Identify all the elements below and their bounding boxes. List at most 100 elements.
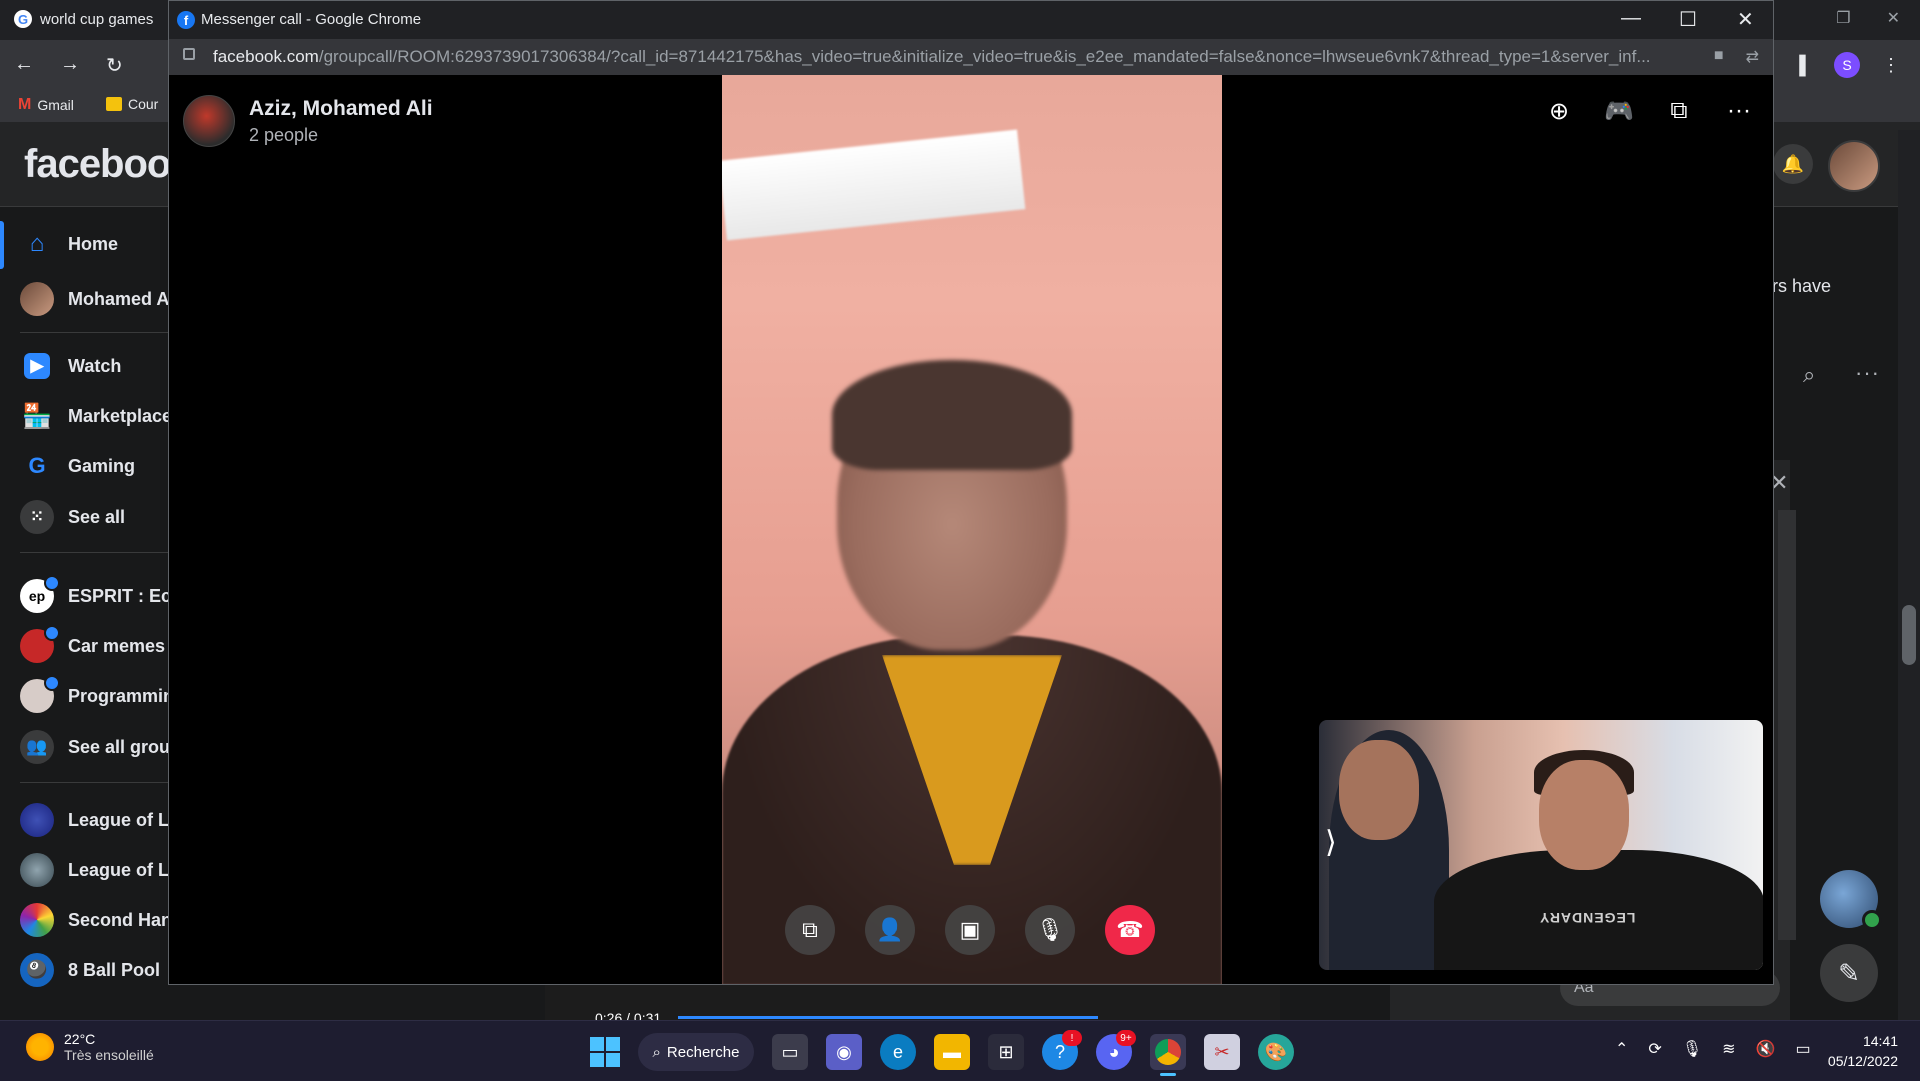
background-tab[interactable]: G world cup games (14, 10, 153, 28)
mic-icon[interactable]: 🎙 (1682, 1039, 1702, 1059)
screen-share-icon[interactable]: ⧉ (1661, 93, 1697, 129)
close-icon[interactable]: ✕ (1887, 8, 1900, 28)
page-scrollbar[interactable] (1898, 130, 1920, 1020)
sidebar-item-label: Marketplace (68, 405, 170, 426)
share-screen-icon[interactable]: ⧉ (785, 905, 835, 955)
edge-icon[interactable]: e (880, 1034, 916, 1070)
battery-icon[interactable]: ▭ (1795, 1039, 1810, 1059)
sidebar-item-label: 8 Ball Pool (68, 959, 161, 980)
file-explorer-icon[interactable]: ▬ (934, 1034, 970, 1070)
camera-icon[interactable]: ▣ (945, 905, 995, 955)
sidebar-shortcut-item[interactable]: Second Han (20, 903, 170, 937)
more-icon[interactable]: ··· (1721, 93, 1757, 129)
restore-icon[interactable]: ❐ (1836, 8, 1850, 28)
chevron-up-icon[interactable]: ⌃ (1615, 1039, 1628, 1059)
bookmark-cour[interactable]: Cour (106, 96, 158, 112)
bookmark-gmail[interactable]: M Gmail (18, 96, 74, 114)
mic-icon[interactable]: 🎙 (1025, 905, 1075, 955)
sidebar-group-item[interactable]: Car memes (20, 625, 166, 663)
lock-icon (183, 48, 195, 60)
sidebar-item-gaming[interactable]: G Gaming (20, 449, 135, 483)
sidepanel-icon[interactable]: ▌ (1799, 55, 1812, 76)
sidebar-see-all-groups[interactable]: 👥 See all grou (20, 730, 170, 764)
reload-icon[interactable]: ↻ (106, 53, 123, 78)
sync-icon[interactable]: ⟳ (1648, 1039, 1661, 1059)
wifi-icon[interactable]: ≋ (1722, 1039, 1735, 1059)
sidebar-item-watch[interactable]: ▶ Watch (20, 349, 121, 383)
sidebar-shortcut-item[interactable]: League of Le (20, 803, 170, 837)
chrome-icon[interactable] (1150, 1034, 1186, 1076)
taskbar: 22°C Très ensoleillé ⌕ Recherche ▭ ◉ e ▬… (0, 1020, 1920, 1081)
sidebar-group-item[interactable]: ep ESPRIT : Eco (20, 575, 170, 613)
store-icon[interactable]: ⊞ (988, 1034, 1024, 1070)
facebook-icon: f (177, 11, 195, 29)
sidebar-item-label: Programmin (68, 685, 170, 706)
sidebar-group-item[interactable]: Programmin (20, 675, 170, 713)
snipping-tool-icon[interactable]: ✂ (1204, 1034, 1240, 1070)
sidebar-item-label: Home (68, 233, 119, 254)
discord-icon[interactable]: ◕ 9+ (1096, 1030, 1136, 1070)
online-indicator (1862, 910, 1882, 930)
watch-icon: ▶ (24, 353, 50, 379)
new-message-icon[interactable]: ✎ (1820, 944, 1878, 1002)
url-text[interactable]: facebook.com/groupcall/ROOM:629373901730… (213, 47, 1693, 67)
sidebar-item-profile[interactable]: Mohamed A (20, 282, 169, 316)
sidebar-item-home[interactable]: ⌂ Home (20, 227, 118, 261)
gmail-icon: M (18, 96, 32, 113)
profile-avatar[interactable]: S (1834, 52, 1860, 78)
search-icon[interactable]: ⌕ (1803, 362, 1815, 388)
url-icons: ■ ⇄ (1714, 47, 1759, 67)
account-avatar[interactable] (1828, 140, 1880, 192)
help-badge: ! (1062, 1030, 1082, 1046)
start-icon[interactable] (590, 1037, 620, 1067)
translate-icon[interactable]: ⇄ (1746, 47, 1759, 67)
bookmark-icon (106, 97, 122, 111)
self-view-video[interactable]: LEGENDARY ⟩ (1319, 720, 1763, 970)
chat-scrollbar[interactable] (1778, 510, 1796, 940)
url-path: /groupcall/ROOM:6293739017306384/?call_i… (318, 47, 1651, 66)
groups-icon: 👥 (20, 730, 54, 764)
close-icon[interactable]: ✕ (1737, 7, 1754, 32)
teams-icon[interactable]: ◉ (826, 1034, 862, 1070)
game-icon[interactable]: 🎮 (1601, 93, 1637, 129)
back-icon[interactable]: ← (14, 53, 34, 78)
volume-muted-icon[interactable]: 🔇 (1756, 1039, 1776, 1059)
search-label: Recherche (666, 1043, 740, 1061)
weather-widget[interactable]: 22°C Très ensoleillé (26, 1031, 154, 1063)
weather-temperature: 22°C (64, 1031, 96, 1047)
video-progress[interactable] (678, 1016, 1098, 1019)
add-icon[interactable]: ⊕ (1541, 93, 1577, 129)
window-title: Messenger call - Google Chrome (201, 11, 422, 28)
sidebar-item-label: League of Le (68, 809, 170, 830)
shortcut-avatar (20, 903, 54, 937)
clock[interactable]: 14:41 05/12/2022 (1810, 1031, 1898, 1071)
menu-icon[interactable]: ⋮ (1882, 55, 1900, 76)
divider (20, 332, 170, 333)
popup-title-bar: f Messenger call - Google Chrome — ☐ ✕ (169, 1, 1773, 39)
more-icon[interactable]: ··· (1855, 360, 1880, 386)
taskbar-search[interactable]: ⌕ Recherche (638, 1033, 754, 1071)
minimize-icon[interactable]: — (1621, 7, 1641, 30)
weather-condition: Très ensoleillé (64, 1047, 154, 1063)
sidebar-shortcut-item[interactable]: 🎱 8 Ball Pool (20, 953, 160, 987)
sidebar-item-label: Car memes (68, 635, 166, 656)
add-person-icon[interactable]: 👤 (865, 905, 915, 955)
sidebar-item-see-all[interactable]: ⁙ See all (20, 500, 125, 534)
maximize-icon[interactable]: ☐ (1679, 7, 1697, 32)
group-avatar (20, 625, 60, 663)
divider (20, 552, 170, 553)
chevron-left-icon[interactable]: ⟩ (1325, 825, 1337, 860)
scrollbar-thumb[interactable] (1902, 605, 1916, 665)
paint-icon[interactable]: 🎨 (1258, 1034, 1294, 1070)
forward-icon[interactable]: → (60, 53, 80, 78)
sidebar-shortcut-item[interactable]: League of Le (20, 853, 170, 887)
camera-permission-icon[interactable]: ■ (1714, 47, 1724, 67)
shortcut-avatar (20, 803, 54, 837)
task-view-icon[interactable]: ▭ (772, 1034, 808, 1070)
facebook-logo[interactable]: facebook (24, 142, 193, 187)
bookmark-label: Gmail (37, 97, 74, 113)
notifications-icon[interactable]: 🔔 (1773, 144, 1813, 184)
sidebar-item-marketplace[interactable]: 🏪 Marketplace (20, 399, 170, 433)
end-call-icon[interactable]: ☎ (1105, 905, 1155, 955)
help-icon[interactable]: ?! (1042, 1030, 1082, 1070)
